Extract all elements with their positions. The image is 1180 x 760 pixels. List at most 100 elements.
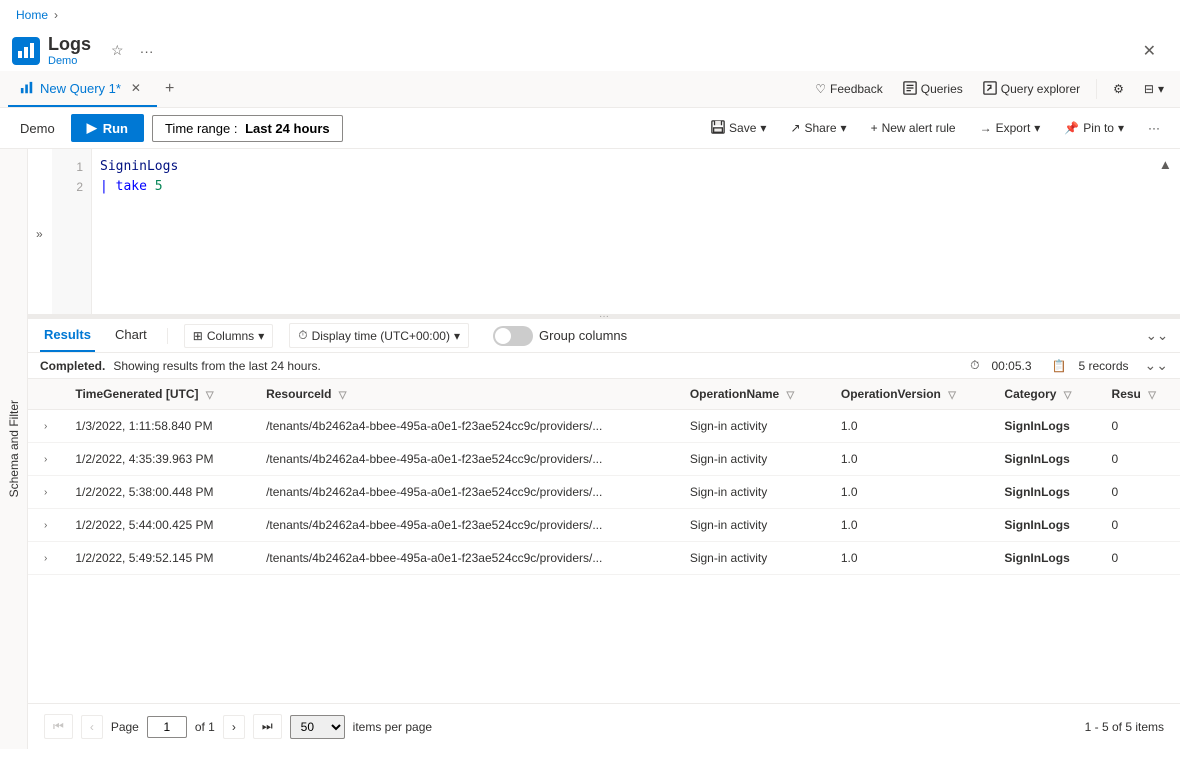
export-button[interactable]: → Export ▾ (972, 116, 1049, 140)
records-icon: 📋 (1052, 359, 1067, 373)
columns-button[interactable]: ⊞ Columns ▾ (184, 324, 273, 348)
cell-result: 0 (1100, 542, 1180, 575)
col-resource-id[interactable]: ResourceId ▽ (254, 379, 678, 410)
editor-collapse-button[interactable]: ▲ (1159, 157, 1172, 172)
queries-button[interactable]: Queries (895, 77, 971, 102)
cell-result: 0 (1100, 443, 1180, 476)
cell-operation-name: Sign-in activity (678, 542, 829, 575)
expand-cell: › (28, 410, 63, 443)
cell-time-generated: 1/2/2022, 4:35:39.963 PM (63, 443, 254, 476)
pagination-bar: ⏮ ‹ Page of 1 › ⏭ 50 100 200 items per p… (28, 703, 1180, 749)
side-panel-label: Schema and Filter (7, 400, 21, 497)
col-operation-name[interactable]: OperationName ▽ (678, 379, 829, 410)
query-explorer-button[interactable]: Query explorer (975, 77, 1088, 102)
group-columns-label: Group columns (539, 328, 627, 343)
breadcrumb-home[interactable]: Home (16, 8, 48, 22)
header-actions: ☆ ··· (107, 38, 158, 63)
page-input[interactable] (147, 716, 187, 738)
share-icon: ↗ (790, 121, 800, 135)
items-per-page-select[interactable]: 50 100 200 (290, 715, 345, 739)
col-operation-version[interactable]: OperationVersion ▽ (829, 379, 993, 410)
save-button[interactable]: Save ▾ (703, 115, 774, 142)
settings-icon: ⚙ (1113, 82, 1124, 96)
results-expand-button[interactable]: ⌄⌄ (1146, 328, 1168, 344)
toggle-switch[interactable] (493, 326, 533, 346)
feedback-label: Feedback (830, 82, 883, 96)
display-time-label: Display time (UTC+00:00) (312, 329, 450, 343)
cell-operation-name: Sign-in activity (678, 443, 829, 476)
queries-label: Queries (921, 82, 963, 96)
cell-time-generated: 1/2/2022, 5:49:52.145 PM (63, 542, 254, 575)
cell-time-generated: 1/2/2022, 5:44:00.425 PM (63, 509, 254, 542)
line-number-2: 2 (52, 177, 91, 197)
editor-content[interactable]: SigninLogs | take 5 (92, 149, 1180, 205)
settings-button[interactable]: ⚙ (1105, 78, 1132, 100)
columns-label: Columns (207, 329, 254, 343)
toolbar-more-button[interactable]: ··· (1140, 116, 1168, 140)
line-number-1: 1 (52, 157, 91, 177)
results-tab-results[interactable]: Results (40, 319, 95, 352)
cell-category: SignInLogs (992, 443, 1099, 476)
col-category[interactable]: Category ▽ (992, 379, 1099, 410)
cell-resource-id: /tenants/4b2462a4-bbee-495a-a0e1-f23ae52… (254, 509, 678, 542)
expand-cell: › (28, 443, 63, 476)
query-explorer-icon (983, 81, 997, 98)
page-prev-button[interactable]: ‹ (81, 715, 103, 739)
favorite-button[interactable]: ☆ (107, 38, 128, 63)
table-row: › 1/2/2022, 5:49:52.145 PM /tenants/4b24… (28, 542, 1180, 575)
tab-label: New Query 1* (40, 81, 121, 96)
app-header: Logs Demo ☆ ··· ✕ (0, 30, 1180, 71)
tab-close-button[interactable]: ✕ (127, 79, 145, 97)
results-more-button[interactable]: ⌄⌄ (1145, 357, 1168, 374)
alert-label: New alert rule (882, 121, 956, 135)
cell-operation-name: Sign-in activity (678, 509, 829, 542)
cell-operation-version: 1.0 (829, 443, 993, 476)
cell-time-generated: 1/2/2022, 5:38:00.448 PM (63, 476, 254, 509)
expand-row-button[interactable]: › (40, 419, 51, 434)
add-tab-button[interactable]: + (157, 76, 182, 102)
results-area: Results Chart ⊞ Columns ▾ ⏱ Display time… (28, 319, 1180, 749)
save-chevron: ▾ (760, 121, 766, 135)
table-row: › 1/2/2022, 5:44:00.425 PM /tenants/4b24… (28, 509, 1180, 542)
tab-new-query[interactable]: New Query 1* ✕ (8, 71, 157, 107)
editor-line-2: | take 5 (100, 177, 1172, 197)
col-result[interactable]: Resu ▽ (1100, 379, 1180, 410)
new-alert-button[interactable]: + New alert rule (863, 116, 964, 140)
time-range-text: Time range : Last 24 hours (165, 121, 330, 136)
time-range-button[interactable]: Time range : Last 24 hours (152, 115, 343, 142)
page-first-button[interactable]: ⏮ (44, 714, 73, 739)
expand-row-button[interactable]: › (40, 518, 51, 533)
results-tab-chart[interactable]: Chart (111, 319, 151, 352)
results-table: TimeGenerated [UTC] ▽ ResourceId ▽ Opera… (28, 379, 1180, 575)
page-label: Page (111, 720, 139, 734)
layout-button[interactable]: ⊟ ▾ (1136, 78, 1172, 100)
cell-time-generated: 1/3/2022, 1:11:58.840 PM (63, 410, 254, 443)
editor-resize-handle[interactable]: ··· (28, 314, 1180, 318)
expand-row-button[interactable]: › (40, 551, 51, 566)
status-detail: Showing results from the last 24 hours. (113, 359, 320, 373)
header-more-button[interactable]: ··· (136, 39, 158, 63)
cell-category: SignInLogs (992, 476, 1099, 509)
side-panel[interactable]: Schema and Filter (0, 149, 28, 749)
col-time-generated[interactable]: TimeGenerated [UTC] ▽ (63, 379, 254, 410)
run-icon: ▶ (87, 120, 97, 136)
page-last-button[interactable]: ⏭ (253, 714, 282, 739)
feedback-button[interactable]: ♡ Feedback (807, 78, 890, 100)
expand-cell: › (28, 509, 63, 542)
expand-row-button[interactable]: › (40, 485, 51, 500)
share-button[interactable]: ↗ Share ▾ (782, 116, 854, 140)
close-button[interactable]: ✕ (1135, 37, 1164, 65)
page-next-button[interactable]: › (223, 715, 245, 739)
query-tab-icon (20, 81, 34, 95)
alert-icon: + (871, 121, 878, 135)
run-button[interactable]: ▶ Run (71, 114, 144, 142)
items-per-page-label: items per page (353, 720, 432, 734)
run-label: Run (103, 121, 128, 136)
kql-pipe: | (100, 179, 116, 194)
display-time-button[interactable]: ⏱ Display time (UTC+00:00) ▾ (289, 323, 469, 348)
pinto-button[interactable]: 📌 Pin to ▾ (1056, 116, 1132, 140)
cell-operation-version: 1.0 (829, 509, 993, 542)
tab-right-actions: ♡ Feedback Queries Qu (807, 77, 1172, 102)
sidebar-collapse-button[interactable]: » (36, 227, 43, 241)
expand-row-button[interactable]: › (40, 452, 51, 467)
